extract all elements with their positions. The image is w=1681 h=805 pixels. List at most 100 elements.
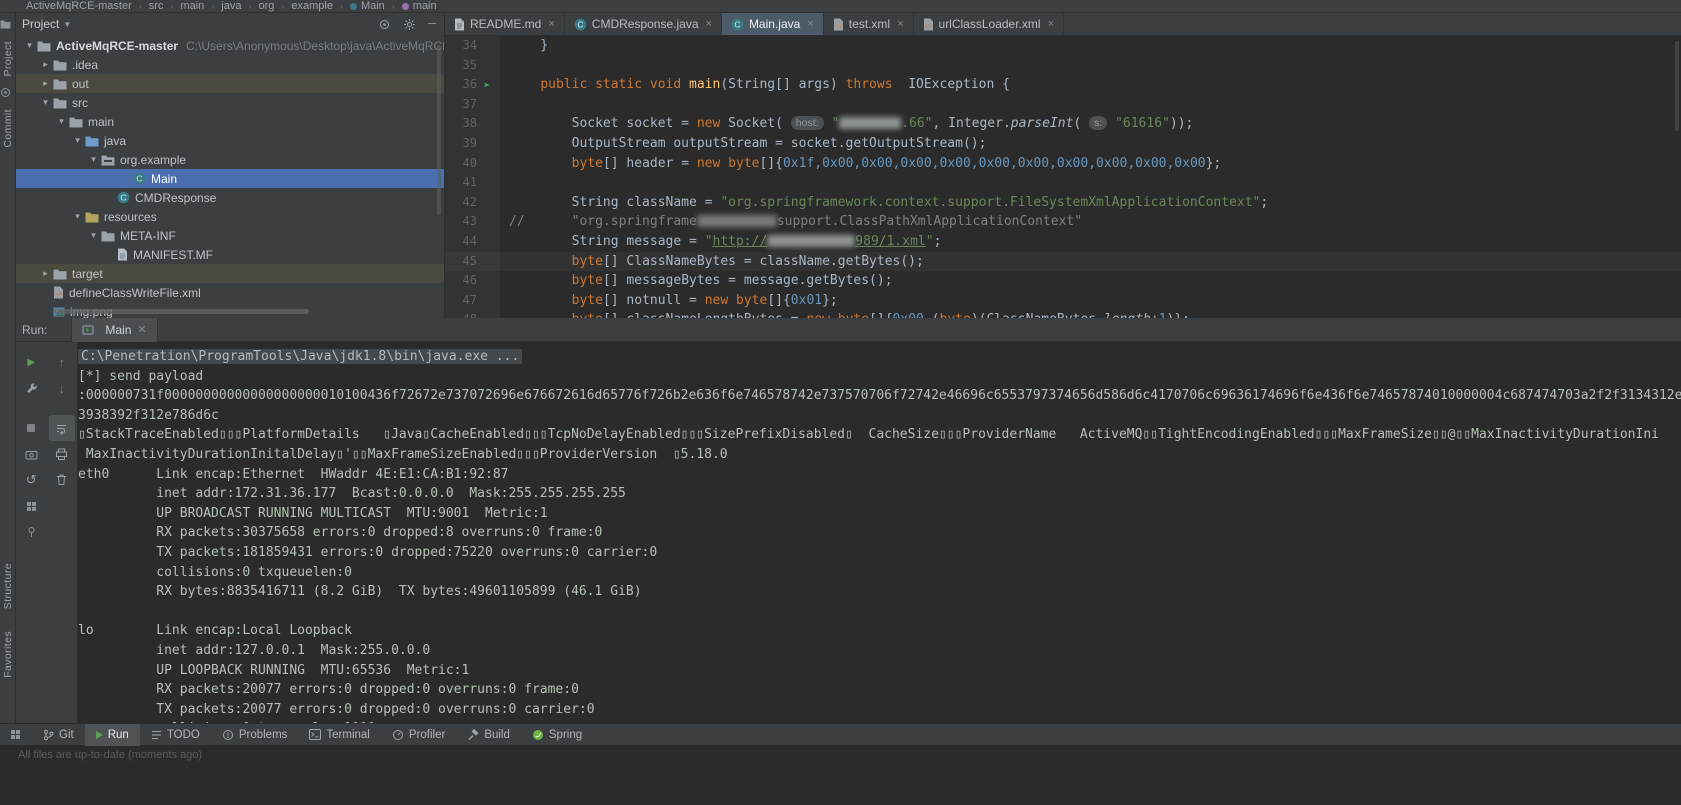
up-icon[interactable]: ↑: [49, 349, 75, 375]
statusbar-terminal[interactable]: Terminal: [298, 724, 380, 746]
horizontal-scrollbar[interactable]: [54, 309, 309, 314]
tree-item-main[interactable]: ▾main: [16, 112, 444, 131]
chevron-down-icon[interactable]: ▾: [22, 40, 37, 51]
commit-stripe-icon[interactable]: [0, 87, 11, 98]
stop-icon[interactable]: [18, 415, 44, 441]
close-icon[interactable]: ×: [706, 18, 712, 30]
project-stripe-icon[interactable]: [0, 19, 11, 30]
softwrap-icon[interactable]: [49, 415, 75, 441]
close-icon[interactable]: ✕: [137, 323, 146, 336]
tree-item-target[interactable]: ▸target: [16, 264, 444, 283]
hide-panel-icon[interactable]: ─: [428, 18, 436, 30]
tree-item-manifest-mf[interactable]: MANIFEST.MF: [16, 245, 444, 264]
gear-icon[interactable]: [403, 18, 416, 31]
stripe-button-structure[interactable]: Structure: [2, 563, 14, 609]
vertical-scrollbar[interactable]: [437, 45, 441, 215]
code-token: }: [509, 38, 548, 53]
wrench-icon[interactable]: [18, 375, 44, 401]
breadcrumb-item-main[interactable]: Main: [350, 0, 385, 12]
chevron-down-icon[interactable]: ▾: [70, 135, 85, 146]
run-tab-main[interactable]: Main ✕: [71, 318, 157, 342]
breadcrumb-item-activemqrce-master[interactable]: ActiveMqRCE-master: [26, 0, 132, 12]
code-token: 0x01: [791, 293, 822, 308]
breadcrumb-item-main[interactable]: main: [180, 0, 204, 12]
snapshot-icon[interactable]: [18, 441, 44, 467]
grid-icon[interactable]: [18, 493, 44, 519]
chevron-down-icon[interactable]: ▾: [86, 154, 101, 165]
tree-item-main[interactable]: CMain: [16, 169, 444, 188]
statusbar-profiler[interactable]: Profiler: [381, 724, 456, 746]
stripe-button-favorites[interactable]: Favorites: [2, 631, 14, 678]
chevron-down-icon[interactable]: ▾: [86, 230, 101, 241]
down-icon[interactable]: ↓: [49, 375, 75, 401]
console-text: MaxInactivityDurationInitalDelay▯'▯▯MaxF…: [78, 447, 728, 462]
editor-content[interactable]: 34 }3536▶ public static void main(String…: [445, 36, 1681, 318]
breadcrumb-item-src[interactable]: src: [149, 0, 164, 12]
statusbar-build[interactable]: Build: [456, 724, 521, 746]
breadcrumb-separator: ›: [281, 1, 284, 11]
pin-icon[interactable]: [18, 519, 44, 545]
stripe-button-project[interactable]: Project: [2, 41, 14, 76]
tree-item-cmdresponse[interactable]: CCMDResponse: [16, 188, 444, 207]
run-gutter-icon[interactable]: ▶: [477, 75, 497, 95]
statusbar-todo[interactable]: TODO: [140, 724, 211, 746]
close-icon[interactable]: ×: [1048, 18, 1054, 30]
tree-item-org-example[interactable]: ▾org.example: [16, 150, 444, 169]
line-number: 36: [445, 75, 477, 95]
statusbar-run[interactable]: Run: [85, 724, 140, 746]
close-icon[interactable]: ×: [807, 18, 813, 30]
chevron-down-icon[interactable]: ▾: [38, 97, 53, 108]
statusbar-problems[interactable]: Problems: [211, 724, 299, 746]
line-number: 46: [445, 271, 477, 291]
locate-file-icon[interactable]: [378, 18, 391, 31]
breadcrumb-label: main: [180, 0, 204, 12]
project-tree: ▾ActiveMqRCE-masterC:\Users\Anonymous\De…: [16, 36, 444, 318]
status-bar: Git Run TODO Problems Terminal Profiler …: [0, 723, 1681, 745]
toolbar-spacer: [49, 401, 75, 415]
editor-scrollbar[interactable]: [1675, 41, 1679, 131]
console-text: UP LOOPBACK RUNNING MTU:65536 Metric:1: [78, 663, 469, 678]
tree-item-src[interactable]: ▾src: [16, 93, 444, 112]
tree-item-resources[interactable]: ▾resources: [16, 207, 444, 226]
breadcrumb-item-java[interactable]: java: [221, 0, 241, 12]
tree-item-out[interactable]: ▸out: [16, 74, 444, 93]
print-icon[interactable]: [49, 441, 75, 467]
statusbar-git[interactable]: Git: [32, 724, 85, 746]
tree-item-idea[interactable]: ▸ .idea: [16, 55, 444, 74]
tree-label: .idea: [72, 58, 98, 72]
chevron-down-icon[interactable]: ▾: [54, 116, 69, 127]
editor-tab-main-java[interactable]: CMain.java×: [722, 13, 824, 35]
console-line: RX bytes:8835416711 (8.2 GiB) TX bytes:4…: [78, 582, 1681, 602]
code-token: [509, 293, 572, 308]
chevron-right-icon[interactable]: ▸: [38, 59, 53, 70]
code-token: new: [697, 116, 728, 131]
editor-tab-urlclassloader-xml[interactable]: <>urlClassLoader.xml×: [914, 13, 1064, 35]
tree-item-meta-inf[interactable]: ▾META-INF: [16, 226, 444, 245]
clear-icon[interactable]: [49, 467, 75, 493]
editor-tab-test-xml[interactable]: <>test.xml×: [824, 13, 914, 35]
editor-tab-cmdresponse-java[interactable]: CCMDResponse.java×: [565, 13, 722, 35]
tree-item-activemqrce-master[interactable]: ▾ActiveMqRCE-masterC:\Users\Anonymous\De…: [16, 36, 444, 55]
run-console[interactable]: C:\Penetration\ProgramTools\Java\jdk1.8\…: [78, 342, 1681, 723]
statusbar-spring[interactable]: Spring: [521, 724, 593, 746]
stripe-button-commit[interactable]: Commit: [2, 109, 14, 148]
chevron-right-icon[interactable]: ▸: [38, 78, 53, 89]
editor-tab-readme-md[interactable]: README.md×: [445, 13, 565, 35]
breadcrumb-item-main[interactable]: main: [402, 0, 437, 12]
breadcrumb-item-example[interactable]: example: [291, 0, 333, 12]
restart-icon[interactable]: ↺: [18, 467, 44, 493]
tool-window-switcher-icon[interactable]: [4, 729, 26, 740]
chevron-right-icon[interactable]: ▸: [38, 268, 53, 279]
tree-item-defineclasswritefile-xml[interactable]: <>defineClassWriteFile.xml: [16, 283, 444, 302]
code-token: public static void: [540, 77, 689, 92]
rerun-icon[interactable]: ▶: [18, 349, 44, 375]
tree-label: Main: [151, 172, 177, 186]
chevron-down-icon[interactable]: ▾: [70, 211, 85, 222]
tree-item-java[interactable]: ▾java: [16, 131, 444, 150]
close-icon[interactable]: ×: [548, 18, 554, 30]
project-view-selector[interactable]: Project ▼: [22, 17, 71, 31]
console-text: RX packets:30375658 errors:0 dropped:8 o…: [78, 525, 602, 540]
console-text: inet addr:127.0.0.1 Mask:255.0.0.0: [78, 643, 430, 658]
close-icon[interactable]: ×: [897, 18, 903, 30]
breadcrumb-item-org[interactable]: org: [258, 0, 274, 12]
